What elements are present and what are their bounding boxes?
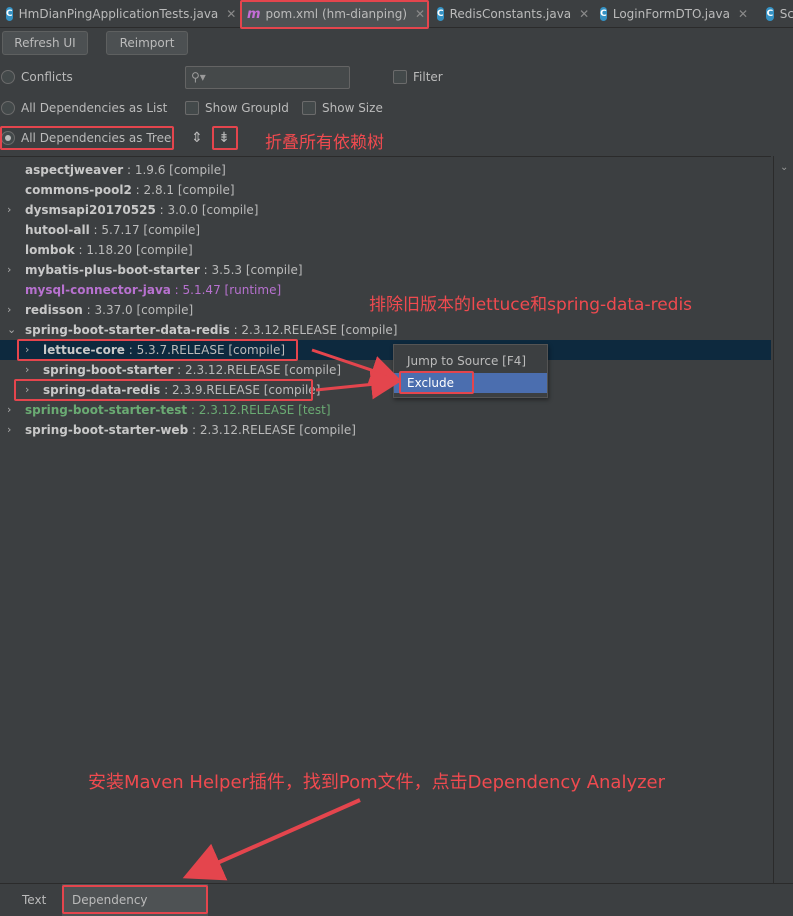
- conflicts-label: Conflicts: [21, 70, 73, 84]
- tab-hmdianping-tests[interactable]: C HmDianPingApplicationTests.java ✕: [0, 0, 240, 27]
- dependency-name: dysmsapi20170525: [25, 203, 156, 217]
- dependency-name: spring-boot-starter-web: [25, 423, 189, 437]
- annotation-install: 安装Maven Helper插件，找到Pom文件，点击Dependency An…: [88, 772, 666, 793]
- chevron-right-icon[interactable]: ›: [7, 400, 11, 420]
- tree-row[interactable]: aspectjweaver : 1.9.6 [compile]: [0, 160, 771, 180]
- dependency-name: spring-boot-starter: [43, 363, 174, 377]
- dependency-name: lombok: [25, 243, 75, 257]
- tab-text[interactable]: Text: [12, 884, 56, 916]
- dependency-name: aspectjweaver: [25, 163, 124, 177]
- close-icon[interactable]: ✕: [579, 7, 589, 21]
- tree-row[interactable]: › dysmsapi20170525 : 3.0.0 [compile]: [0, 200, 771, 220]
- dependency-name: spring-boot-starter-data-redis: [25, 323, 230, 337]
- close-icon[interactable]: ✕: [226, 7, 236, 21]
- highlight-tree-option: [0, 126, 174, 150]
- chevron-right-icon[interactable]: ›: [7, 300, 11, 320]
- dependency-name: mysql-connector-java: [25, 283, 171, 297]
- close-icon[interactable]: ✕: [738, 7, 748, 21]
- show-size-checkbox[interactable]: [302, 101, 316, 115]
- chevron-down-icon[interactable]: ⌄: [7, 320, 16, 340]
- chevron-right-icon[interactable]: ›: [7, 200, 11, 220]
- highlight-spring-data-redis: [14, 379, 313, 401]
- jump-to-source-menu-item[interactable]: Jump to Source [F4]: [394, 351, 547, 371]
- tree-row[interactable]: ⌄ spring-boot-starter-data-redis : 2.3.12…: [0, 320, 771, 340]
- chevron-down-icon: ⌄: [780, 162, 789, 173]
- expand-all-icon[interactable]: ⇕: [188, 129, 206, 147]
- dependency-version: : 3.5.3 [compile]: [199, 263, 303, 277]
- dependency-version: : 2.3.12.RELEASE [compile]: [188, 423, 356, 437]
- tab-redis-constants[interactable]: C RedisConstants.java ✕: [431, 0, 589, 27]
- show-groupid-label: Show GroupId: [205, 101, 289, 115]
- chevron-right-icon[interactable]: ›: [7, 420, 11, 440]
- tree-row[interactable]: › spring-boot-starter-test : 2.3.12.RELEA…: [0, 400, 771, 420]
- dependency-name: commons-pool2: [25, 183, 132, 197]
- highlight-exclude: [399, 371, 474, 394]
- annotation-collapse: 折叠所有依赖树: [265, 133, 384, 153]
- highlight-collapse-all: [212, 126, 238, 150]
- tab-loginform-dto[interactable]: C LoginFormDTO.java ✕: [594, 0, 754, 27]
- list-label: All Dependencies as List: [21, 101, 168, 115]
- tree-row[interactable]: lombok : 1.18.20 [compile]: [0, 240, 771, 260]
- class-icon: C: [600, 7, 607, 21]
- tree-row[interactable]: › spring-boot-starter-web : 2.3.12.RELEAS…: [0, 420, 771, 440]
- tab-overflow[interactable]: C Sc: [760, 0, 793, 27]
- class-icon: C: [437, 7, 444, 21]
- tree-row[interactable]: commons-pool2 : 2.8.1 [compile]: [0, 180, 771, 200]
- dependency-name: mybatis-plus-boot-starter: [25, 263, 200, 277]
- dependency-version: : 2.3.12.RELEASE [test]: [187, 403, 331, 417]
- search-icon: ⚲▾: [191, 70, 206, 84]
- dependency-version: : 2.8.1 [compile]: [131, 183, 235, 197]
- show-groupid-checkbox[interactable]: [185, 101, 199, 115]
- filter-label: Filter: [413, 70, 443, 84]
- tree-row[interactable]: › spring-boot-starter : 2.3.12.RELEASE [c…: [0, 360, 771, 380]
- dependency-name: hutool-all: [25, 223, 90, 237]
- right-panel: ⌄: [773, 156, 793, 883]
- reimport-button[interactable]: Reimport: [106, 31, 188, 55]
- test-class-icon: C: [6, 7, 13, 21]
- tab-label: LoginFormDTO.java: [612, 7, 730, 21]
- search-input[interactable]: ⚲▾: [185, 66, 350, 89]
- tree-row[interactable]: › mybatis-plus-boot-starter : 3.5.3 [comp…: [0, 260, 771, 280]
- class-icon: C: [766, 7, 774, 21]
- highlight-pom-tab: [240, 0, 429, 29]
- highlight-lettuce-core: [17, 339, 298, 361]
- tab-label: HmDianPingApplicationTests.java: [18, 7, 219, 21]
- show-size-label: Show Size: [322, 101, 383, 115]
- tree-row[interactable]: hutool-all : 5.7.17 [compile]: [0, 220, 771, 240]
- filter-checkbox[interactable]: [393, 70, 407, 84]
- conflicts-radio[interactable]: [1, 70, 15, 84]
- dependency-version: : 5.7.17 [compile]: [89, 223, 201, 237]
- tab-label: RedisConstants.java: [449, 7, 572, 21]
- chevron-right-icon[interactable]: ›: [25, 360, 29, 380]
- dependency-name: spring-boot-starter-test: [25, 403, 188, 417]
- tab-label: Sc: [779, 7, 793, 21]
- dependency-version: : 3.37.0 [compile]: [82, 303, 194, 317]
- highlight-dependency-analyzer: [62, 885, 208, 914]
- dependency-version: : 5.1.47 [runtime]: [170, 283, 282, 297]
- refresh-ui-button[interactable]: Refresh UI: [2, 31, 88, 55]
- dependency-version: : 3.0.0 [compile]: [155, 203, 259, 217]
- annotation-exclude: 排除旧版本的lettuce和spring-data-redis: [369, 295, 693, 315]
- dependency-name: redisson: [25, 303, 83, 317]
- dependency-version: : 2.3.12.RELEASE [compile]: [173, 363, 342, 377]
- dependency-version: : 1.9.6 [compile]: [123, 163, 226, 177]
- dependency-version: : 2.3.12.RELEASE [compile]: [229, 323, 398, 337]
- chevron-right-icon[interactable]: ›: [7, 260, 11, 280]
- list-radio[interactable]: [1, 101, 15, 115]
- dependency-version: : 1.18.20 [compile]: [74, 243, 193, 257]
